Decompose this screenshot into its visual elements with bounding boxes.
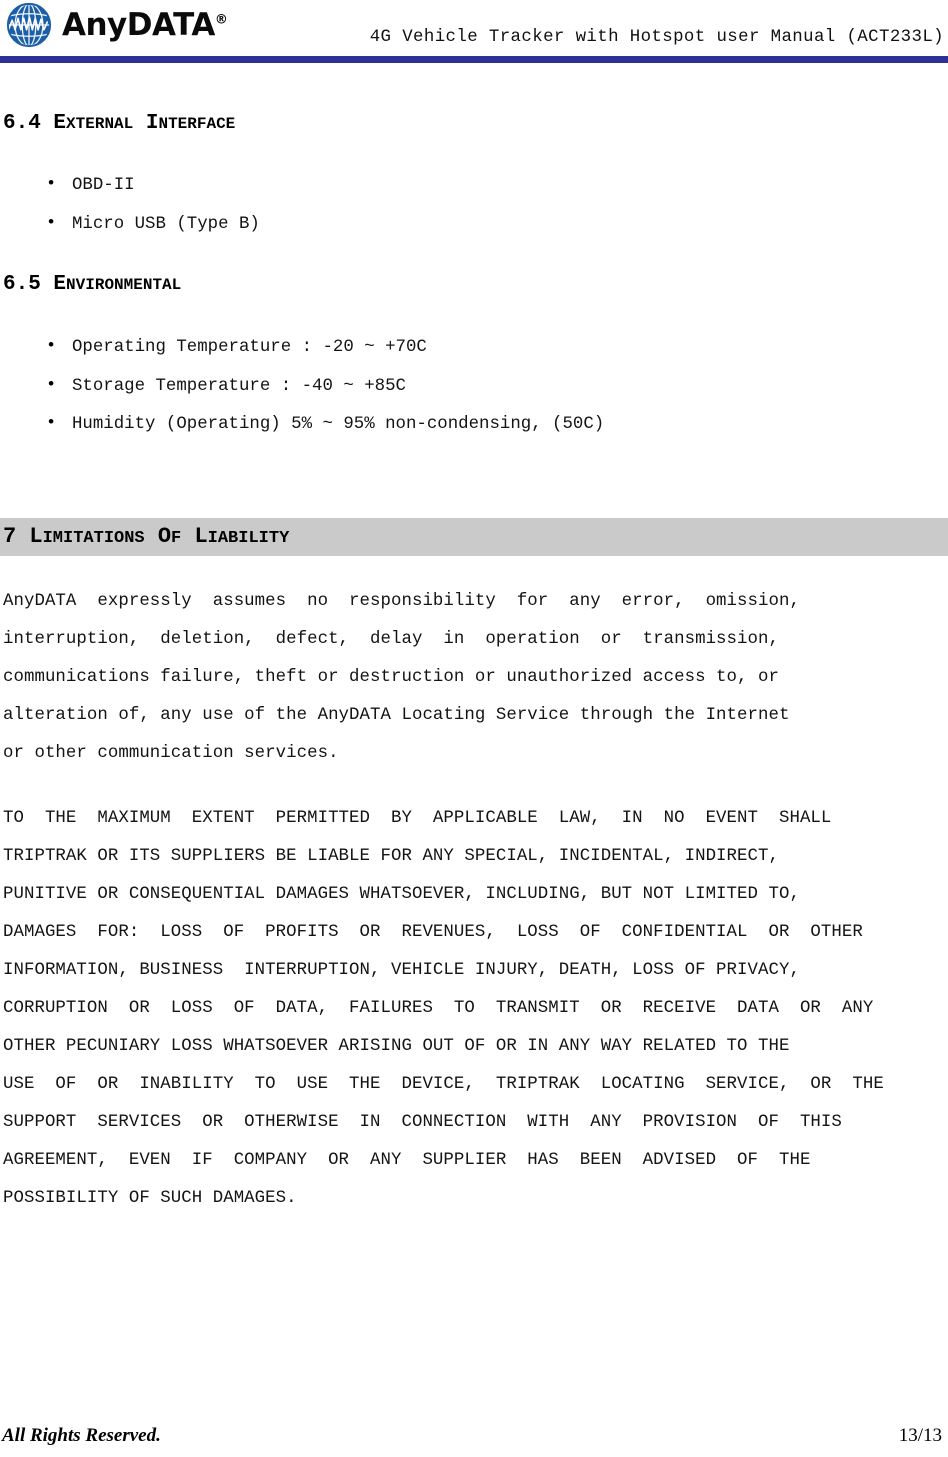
paragraph-line: DAMAGES FOR: LOSS OF PROFITS OR REVENUES… <box>3 922 863 942</box>
paragraph-line: TRIPTRAK OR ITS SUPPLIERS BE LIABLE FOR … <box>3 846 779 866</box>
paragraph-line: USE OF OR INABILITY TO USE THE DEVICE, T… <box>3 1074 884 1094</box>
paragraph-line: PUNITIVE OR CONSEQUENTIAL DAMAGES WHATSO… <box>3 884 800 904</box>
environmental-list: Operating Temperature : -20 ~ +70C Stora… <box>0 338 948 433</box>
paragraph-line: AGREEMENT, EVEN IF COMPANY OR ANY SUPPLI… <box>3 1150 811 1170</box>
paragraph-line: POSSIBILITY OF SUCH DAMAGES. <box>3 1188 297 1208</box>
paragraph-line: alteration of, any use of the AnyDATA Lo… <box>3 705 790 725</box>
heading-6-4-cap-e: E <box>53 112 67 135</box>
external-interface-list: OBD-II Micro USB (Type B) <box>0 176 948 233</box>
paragraph-line: SUPPORT SERVICES OR OTHERWISE IN CONNECT… <box>3 1112 842 1132</box>
heading-6-4-cap-i: I <box>145 112 159 135</box>
registered-trademark-icon: ® <box>214 12 228 28</box>
heading-6-4-rest-external: XTERNAL <box>66 115 134 133</box>
heading-7-cap-l: L <box>29 524 43 550</box>
brand-name: AnyDATA <box>62 7 215 43</box>
heading-6-5-environmental: 6.5 ENVIRONMENTAL <box>0 271 948 296</box>
heading-6-4-rest-interface: NTERFACE <box>158 115 236 133</box>
heading-7-cap-o: O <box>157 524 172 550</box>
heading-7-limitations-of-liability: 7 LIMITATIONS OF LIABILITY <box>0 518 948 556</box>
heading-6-5-rest: NVIRONMENTAL <box>66 276 182 294</box>
paragraph-line: AnyDATA expressly assumes no responsibil… <box>3 591 800 611</box>
document-body: 6.4 EXTERNAL INTERFACE OBD-II Micro USB … <box>0 63 948 1218</box>
heading-7-cap-l2: L <box>194 524 208 550</box>
heading-6-5-cap-e: E <box>53 273 67 296</box>
globe-waveform-icon <box>4 1 54 49</box>
paragraph-line: TO THE MAXIMUM EXTENT PERMITTED BY APPLI… <box>3 808 832 828</box>
paragraph-line: OTHER PECUNIARY LOSS WHATSOEVER ARISING … <box>3 1036 790 1056</box>
heading-7-rest-of: F <box>171 529 182 549</box>
copyright-notice: All Rights Reserved. <box>2 1425 161 1446</box>
list-item: Humidity (Operating) 5% ~ 95% non-conden… <box>0 415 948 433</box>
heading-7-number: 7 <box>3 524 17 550</box>
list-item: Micro USB (Type B) <box>0 215 948 233</box>
heading-7-rest-liability: IABILITY <box>207 529 290 549</box>
page-number: 13/13 <box>898 1425 942 1446</box>
list-item: OBD-II <box>0 176 948 194</box>
paragraph-line: communications failure, theft or destruc… <box>3 667 779 687</box>
document-title: 4G Vehicle Tracker with Hotspot user Man… <box>369 28 944 47</box>
heading-6-4-external-interface: 6.4 EXTERNAL INTERFACE <box>0 110 948 135</box>
header-divider <box>0 56 948 63</box>
list-item: Operating Temperature : -20 ~ +70C <box>0 338 948 356</box>
paragraph-line: interruption, deletion, defect, delay in… <box>3 629 779 649</box>
paragraph-liability-intro: AnyDATA expressly assumes no responsibil… <box>0 583 948 773</box>
paragraph-liability-disclaimer: TO THE MAXIMUM EXTENT PERMITTED BY APPLI… <box>0 800 948 1218</box>
brand-wordmark: AnyDATA® <box>62 7 228 43</box>
paragraph-line: INFORMATION, BUSINESS INTERRUPTION, VEHI… <box>3 960 800 980</box>
brand-logo: AnyDATA® <box>4 1 228 49</box>
list-item: Storage Temperature : -40 ~ +85C <box>0 377 948 395</box>
paragraph-line: or other communication services. <box>3 743 339 763</box>
page-header: AnyDATA® 4G Vehicle Tracker with Hotspot… <box>0 0 948 63</box>
heading-7-rest-limitations: IMITATIONS <box>42 529 145 549</box>
paragraph-line: CORRUPTION OR LOSS OF DATA, FAILURES TO … <box>3 998 874 1018</box>
page-footer: All Rights Reserved. 13/13 <box>0 1417 948 1447</box>
heading-6-4-number: 6.4 <box>3 112 41 135</box>
heading-6-5-number: 6.5 <box>3 273 41 296</box>
